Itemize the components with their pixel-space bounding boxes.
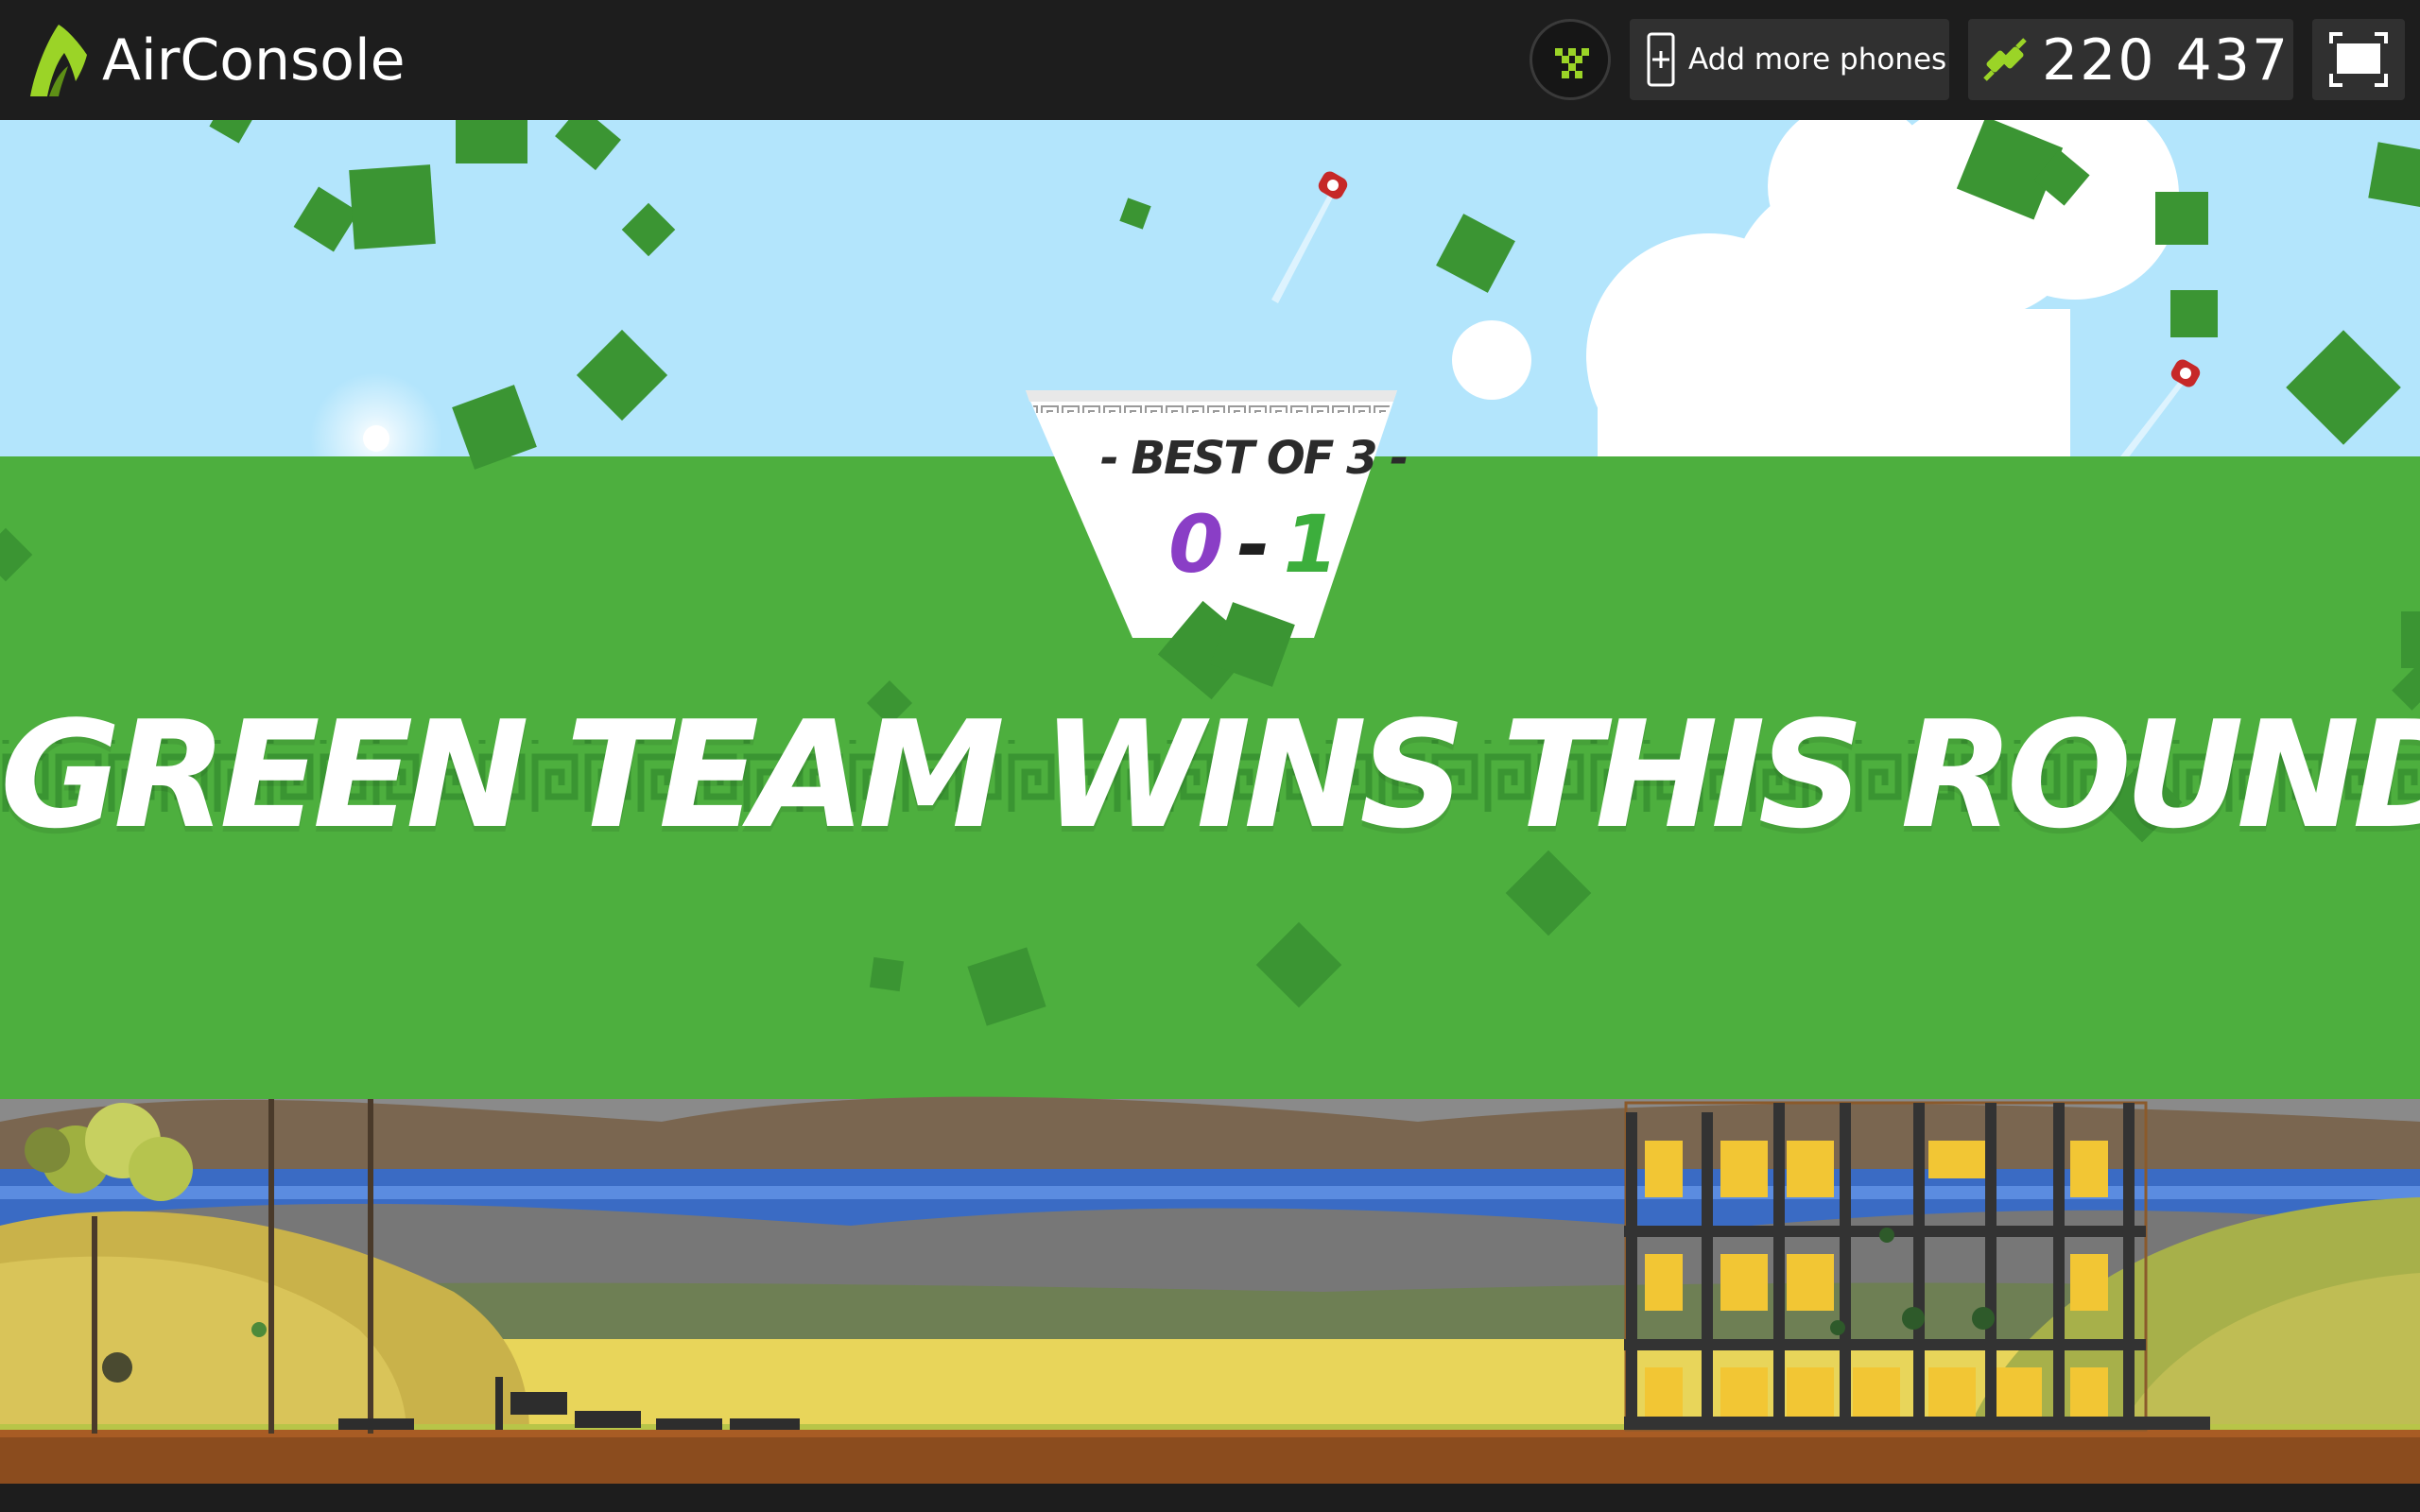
bottom-bar [0,1484,2420,1512]
link-icon [1983,38,2027,81]
airconsole-logo-icon [30,25,87,96]
controller-button[interactable] [1530,19,1611,100]
purple-team-score: 0 [1168,498,1224,591]
connect-code: 220 437 [2042,27,2290,94]
brand-name: AirConsole [102,27,406,94]
fullscreen-icon [2329,32,2388,87]
match-format-label: - BEST OF 3 - [1099,432,1409,485]
round-result-message: GREEN TEAM WINS THIS ROUND! [0,689,2420,861]
top-bar: AirConsole Add more phones 220 437 [0,0,2420,120]
add-more-phones-button[interactable]: Add more phones [1630,19,1949,100]
connect-code-box[interactable]: 220 437 [1968,19,2293,100]
match-score: 0-1 [1027,499,1480,590]
green-team-score: 1 [1283,498,1339,591]
fullscreen-button[interactable] [2312,19,2405,100]
controller-icon [1555,48,1589,78]
phone-plus-icon [1647,32,1675,87]
score-separator: - [1236,498,1270,591]
add-more-phones-label: Add more phones [1688,43,1947,77]
